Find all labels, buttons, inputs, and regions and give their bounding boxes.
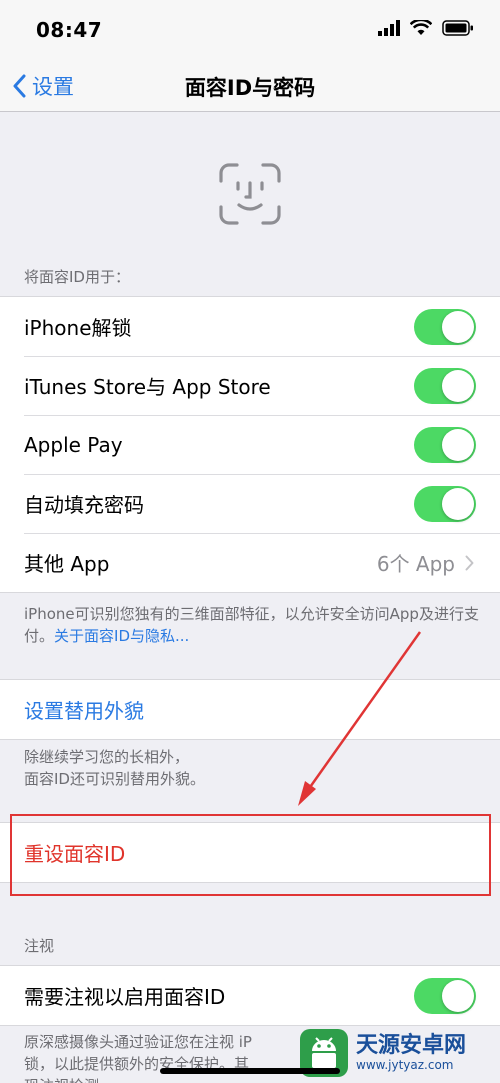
watermark-name: 天源安卓网	[356, 1032, 467, 1058]
watermark-text: 天源安卓网 www.jytyaz.com	[356, 1032, 467, 1072]
home-indicator	[160, 1068, 340, 1074]
watermark-url: www.jytyaz.com	[356, 1057, 454, 1072]
annotation-arrow	[298, 631, 422, 806]
